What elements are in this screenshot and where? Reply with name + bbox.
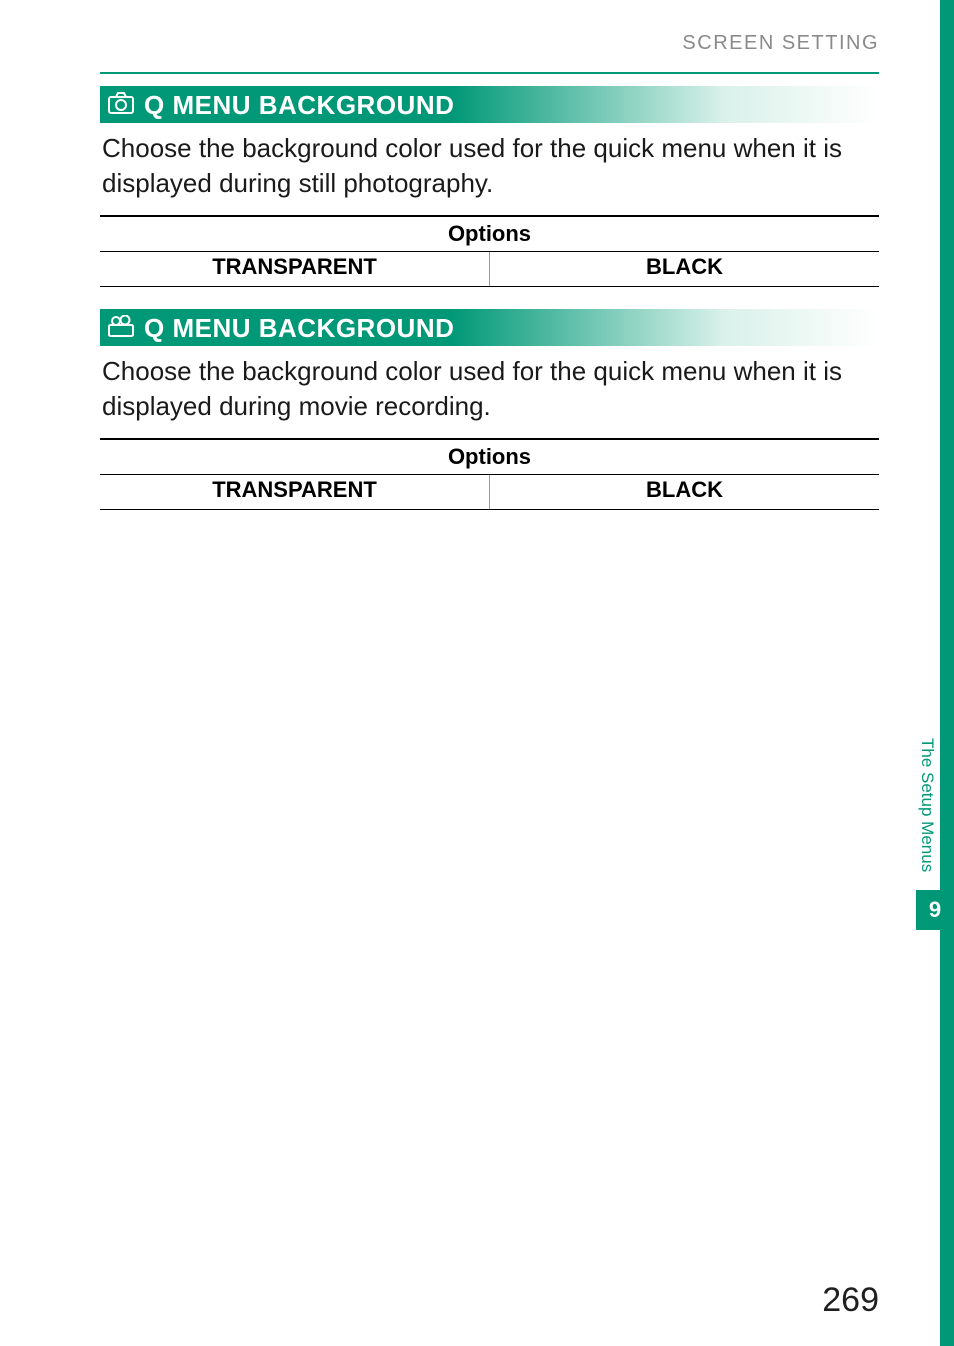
options-header: Options bbox=[100, 439, 879, 475]
table-row: TRANSPARENT BLACK bbox=[100, 252, 879, 287]
section-title: Q MENU BACKGROUND bbox=[144, 90, 454, 121]
section-heading-movie: Q MENU BACKGROUND bbox=[100, 309, 879, 346]
camera-icon bbox=[108, 90, 134, 121]
page-number: 269 bbox=[822, 1281, 879, 1320]
header-rule bbox=[100, 72, 879, 74]
manual-page: SCREEN SETTING Q MENU BACKGROUND Choose … bbox=[0, 0, 954, 1346]
section-title: Q MENU BACKGROUND bbox=[144, 313, 454, 344]
table-row: TRANSPARENT BLACK bbox=[100, 475, 879, 510]
section-spacer bbox=[100, 287, 879, 309]
chapter-side-tab: The Setup Menus 9 bbox=[916, 720, 954, 930]
options-table-still: Options TRANSPARENT BLACK bbox=[100, 215, 879, 287]
page-edge-strip bbox=[940, 0, 954, 1346]
options-header: Options bbox=[100, 216, 879, 252]
section-description: Choose the background color used for the… bbox=[100, 346, 879, 438]
page-content: Q MENU BACKGROUND Choose the background … bbox=[100, 86, 879, 510]
option-black: BLACK bbox=[490, 475, 880, 510]
side-tab-label: The Setup Menus bbox=[916, 720, 938, 890]
option-transparent: TRANSPARENT bbox=[100, 252, 490, 287]
movie-icon bbox=[108, 313, 134, 344]
options-table-movie: Options TRANSPARENT BLACK bbox=[100, 438, 879, 510]
option-black: BLACK bbox=[490, 252, 880, 287]
chapter-number-chip: 9 bbox=[916, 890, 954, 930]
section-heading-still: Q MENU BACKGROUND bbox=[100, 86, 879, 123]
section-description: Choose the background color used for the… bbox=[100, 123, 879, 215]
breadcrumb: SCREEN SETTING bbox=[682, 32, 879, 55]
option-transparent: TRANSPARENT bbox=[100, 475, 490, 510]
